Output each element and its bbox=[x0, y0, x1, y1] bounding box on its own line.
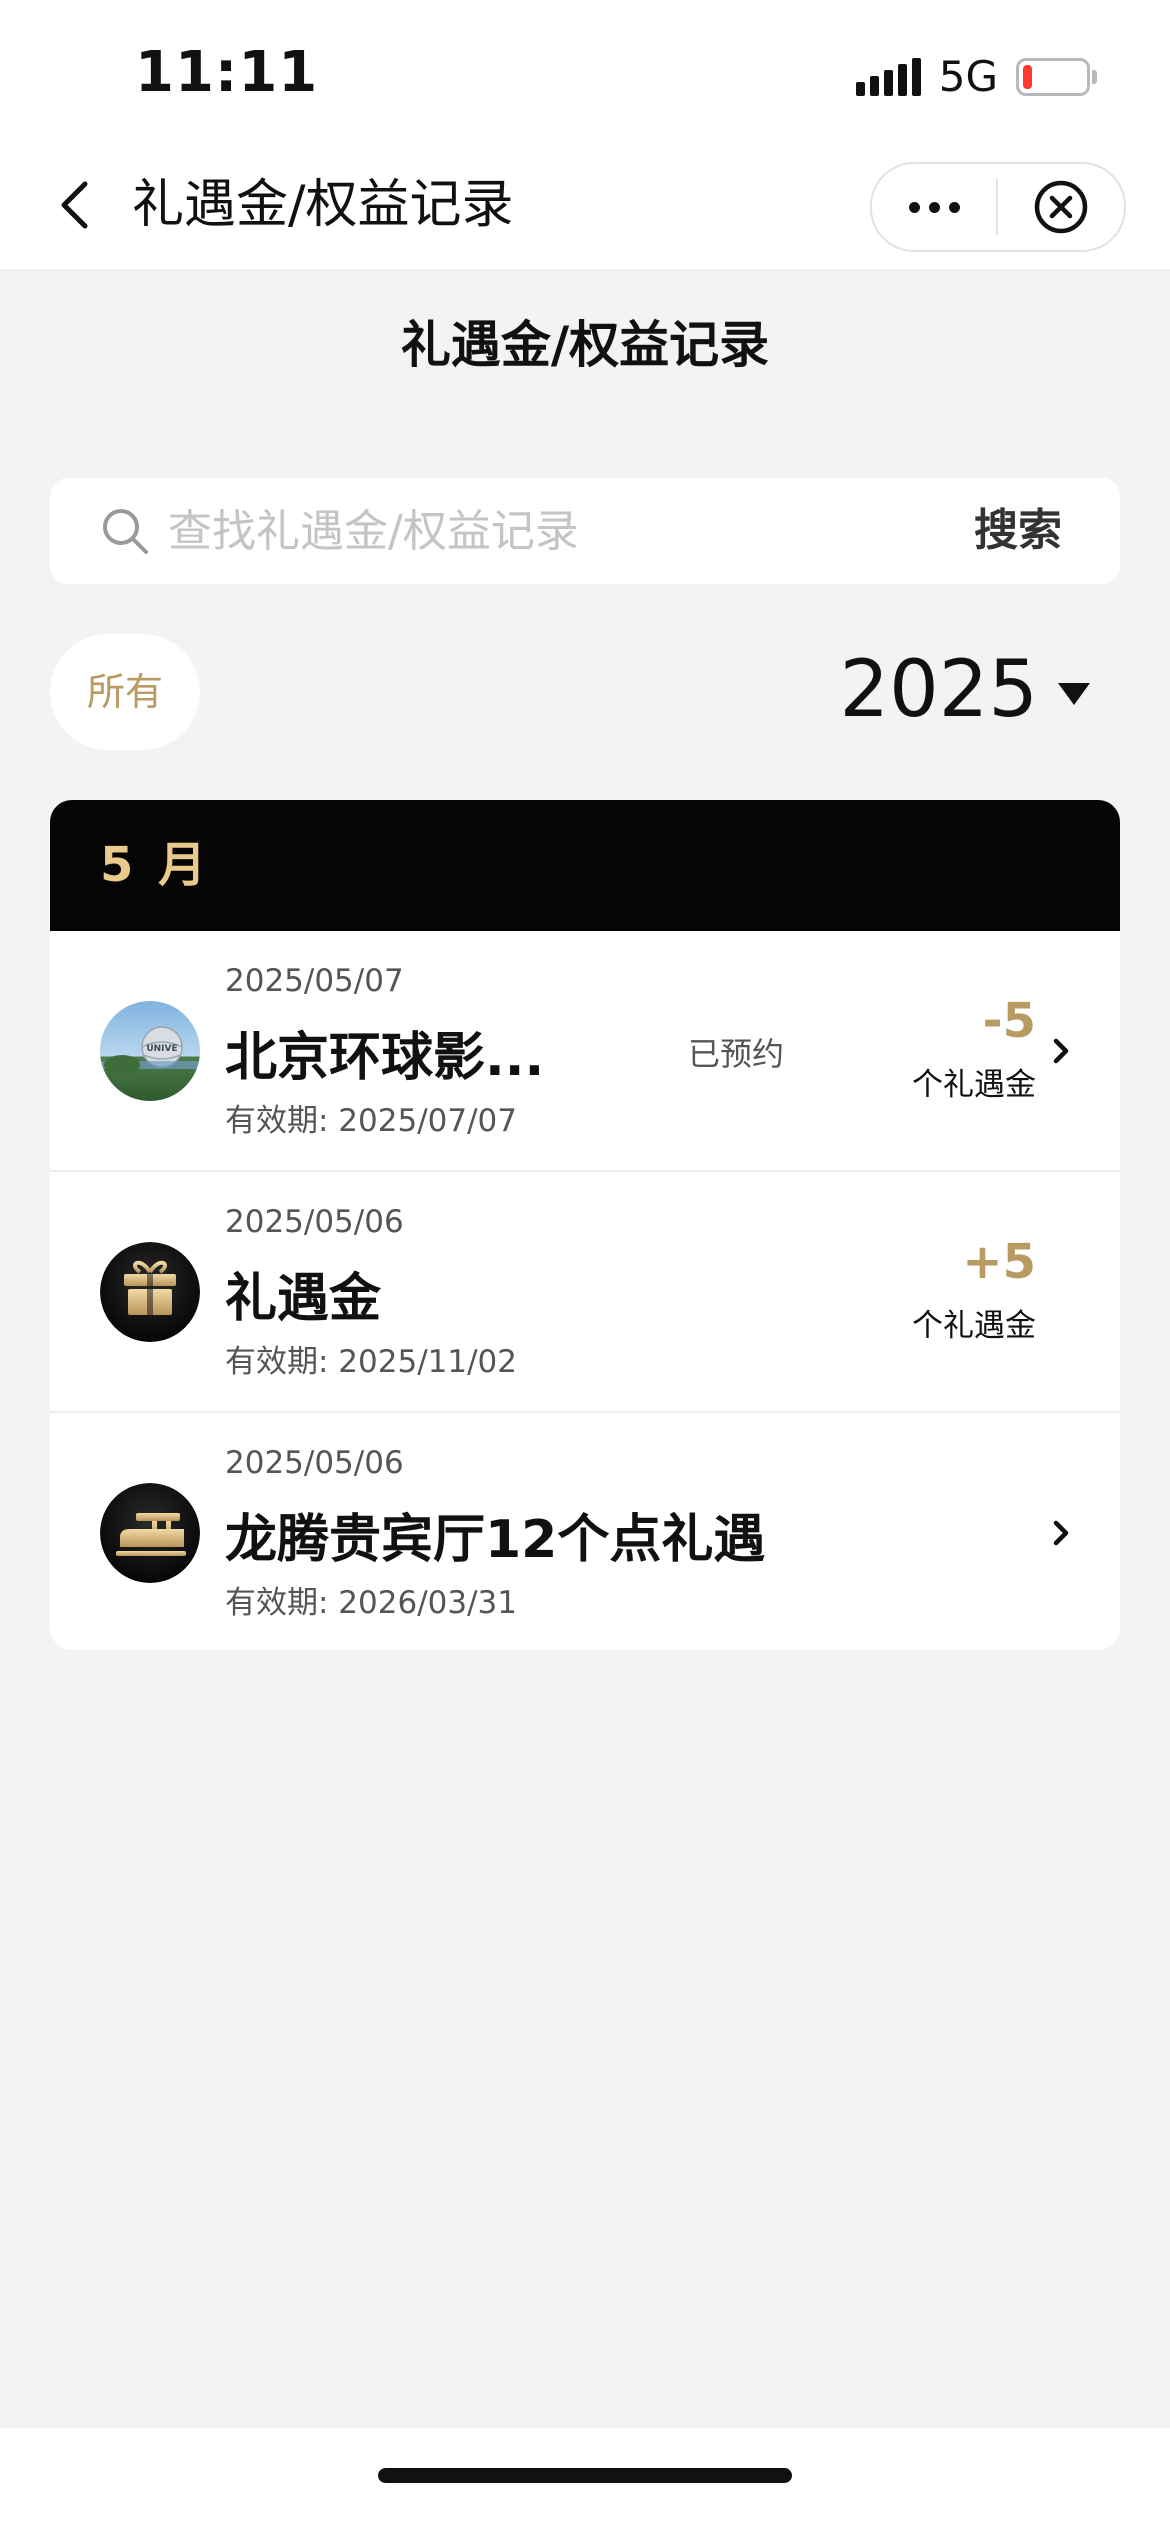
list-item[interactable]: 2025/05/06 龙腾贵宾厅12个点礼遇 有效期: 2026/03/31 bbox=[50, 1413, 1120, 1650]
chevron-right-icon bbox=[1053, 1038, 1069, 1064]
svg-text:UNIVE: UNIVE bbox=[146, 1044, 177, 1054]
top-bar: 11:11 5G 礼遇金/权益记录 bbox=[0, 0, 1170, 271]
record-unit: 个礼遇金 bbox=[912, 1308, 1036, 1344]
year-select[interactable]: 2025 bbox=[839, 640, 1090, 740]
records-card: 5 月 UNIVE 2025/05/07 北京环球影... 有效期: 2025/… bbox=[50, 800, 1120, 1650]
more-button[interactable] bbox=[872, 164, 996, 250]
status-indicators: 5G bbox=[855, 52, 1097, 101]
year-value: 2025 bbox=[839, 645, 1038, 735]
battery-icon bbox=[1016, 57, 1097, 96]
chevron-right-icon bbox=[1053, 1520, 1069, 1546]
search-icon bbox=[103, 509, 148, 554]
search-bar: 搜索 bbox=[50, 478, 1120, 584]
chevron-left-icon bbox=[61, 181, 88, 229]
status-time: 11:11 bbox=[135, 40, 319, 105]
close-circle-icon bbox=[1034, 180, 1088, 234]
month-header: 5 月 bbox=[50, 800, 1120, 931]
back-button[interactable] bbox=[50, 170, 98, 240]
record-amount: -5 bbox=[982, 993, 1036, 1049]
page-heading: 礼遇金/权益记录 bbox=[400, 316, 770, 374]
record-amount: +5 bbox=[962, 1234, 1036, 1290]
mini-program-capsule bbox=[870, 162, 1126, 252]
close-button[interactable] bbox=[998, 164, 1124, 250]
record-status: 已预约 bbox=[688, 1035, 785, 1073]
record-validity: 有效期: 2025/07/07 bbox=[225, 1103, 517, 1139]
list-item: 2025/05/06 礼遇金 有效期: 2025/11/02 +5 个礼遇金 bbox=[50, 1172, 1120, 1413]
list-item[interactable]: UNIVE 2025/05/07 北京环球影... 有效期: 2025/07/0… bbox=[50, 931, 1120, 1172]
category-filter-all[interactable]: 所有 bbox=[50, 634, 200, 750]
record-title: 礼遇金 bbox=[225, 1269, 382, 1329]
record-title: 龙腾贵宾厅12个点礼遇 bbox=[225, 1510, 766, 1570]
record-date: 2025/05/06 bbox=[225, 1204, 404, 1240]
caret-down-icon bbox=[1058, 683, 1090, 705]
universal-globe-icon: UNIVE bbox=[100, 1001, 200, 1101]
lounge-sofa-icon bbox=[100, 1483, 200, 1583]
signal-icon bbox=[855, 57, 921, 96]
record-date: 2025/05/07 bbox=[225, 963, 404, 999]
home-indicator bbox=[0, 2428, 1170, 2532]
record-unit: 个礼遇金 bbox=[912, 1067, 1036, 1103]
nav-title: 礼遇金/权益记录 bbox=[132, 175, 514, 235]
record-validity: 有效期: 2026/03/31 bbox=[225, 1585, 517, 1621]
more-dots-icon bbox=[908, 201, 920, 213]
record-validity: 有效期: 2025/11/02 bbox=[225, 1344, 517, 1380]
search-button[interactable]: 搜索 bbox=[974, 478, 1062, 584]
gift-icon bbox=[100, 1242, 200, 1342]
record-title: 北京环球影... bbox=[225, 1028, 545, 1088]
record-date: 2025/05/06 bbox=[225, 1445, 404, 1481]
search-input[interactable] bbox=[168, 478, 948, 584]
network-type: 5G bbox=[938, 52, 998, 101]
